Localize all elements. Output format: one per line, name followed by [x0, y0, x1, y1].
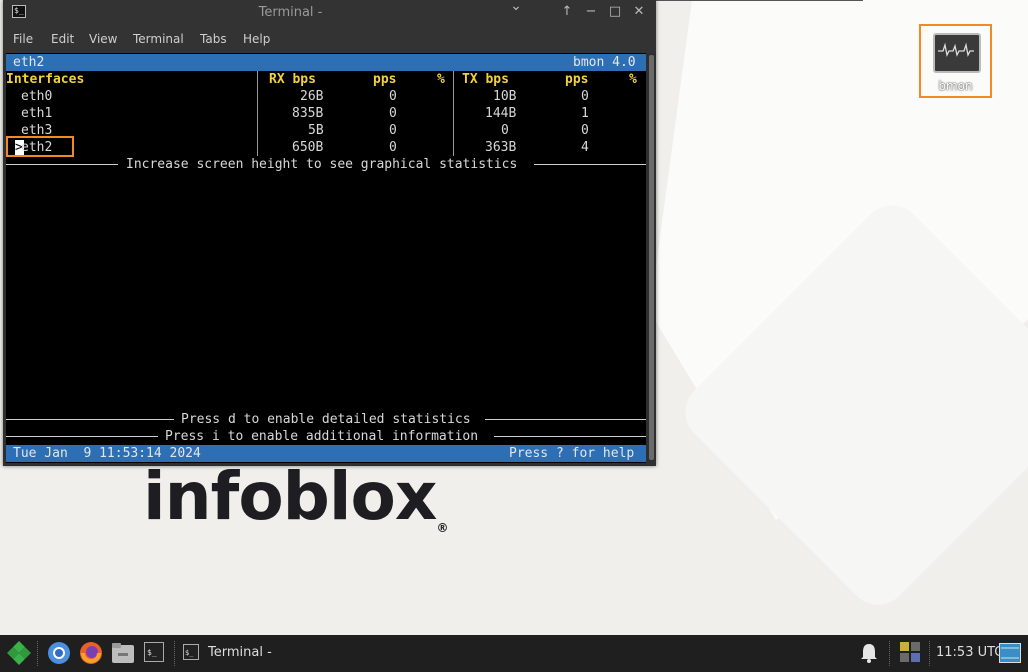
- maximize-icon[interactable]: □: [607, 4, 623, 19]
- rx-bps-value: 650B: [292, 140, 324, 155]
- tx-bps-value: 363B: [485, 140, 517, 155]
- task-label: Terminal -: [208, 645, 272, 660]
- header-rx-pps: pps: [373, 72, 397, 87]
- tx-pps-value: 4: [581, 140, 589, 155]
- terminal-window[interactable]: $_ Terminal - ⌄ ↑ − □ ✕ File Edit View T…: [3, 0, 656, 466]
- menu-view[interactable]: View: [89, 32, 117, 46]
- separator: [494, 436, 646, 437]
- menu-tabs[interactable]: Tabs: [200, 32, 227, 46]
- clock[interactable]: 11:53 UTC: [936, 645, 1003, 660]
- rx-bps-value: 26B: [300, 89, 324, 104]
- start-menu-icon[interactable]: [6, 640, 32, 670]
- close-icon[interactable]: ✕: [631, 4, 647, 19]
- scrollbar[interactable]: [647, 53, 656, 463]
- header-tx-bps: TX bps: [462, 72, 509, 87]
- rx-pps-value: 0: [389, 89, 397, 104]
- workspace-switcher-icon[interactable]: [899, 641, 921, 667]
- window-title: Terminal -: [258, 5, 323, 20]
- terminal-launcher-icon[interactable]: $_: [144, 642, 164, 666]
- help-hint: Press ? for help: [509, 446, 635, 461]
- chevron-down-icon[interactable]: ⌄: [508, 0, 524, 14]
- notification-bell-icon[interactable]: [859, 642, 879, 668]
- minimize-icon[interactable]: −: [583, 4, 599, 19]
- tx-pps-value: 1: [581, 106, 589, 121]
- bmon-app-icon: [933, 33, 981, 73]
- chromium-icon[interactable]: [47, 641, 71, 669]
- taskbar-separator: [37, 641, 39, 666]
- tx-pps-value: 0: [581, 123, 589, 138]
- menu-help[interactable]: Help: [243, 32, 270, 46]
- datetime: Tue Jan 9 11:53:14 2024: [13, 446, 201, 461]
- rx-bps-value: 835B: [292, 106, 324, 121]
- header-rx-percent: %: [437, 72, 445, 87]
- rx-pps-value: 0: [389, 123, 397, 138]
- separator: [6, 419, 174, 420]
- info-hint: Press i to enable additional information: [165, 429, 479, 444]
- firefox-icon[interactable]: [79, 641, 103, 669]
- detail-hint: Press d to enable detailed statistics: [181, 412, 471, 427]
- titlebar[interactable]: $_ Terminal - ⌄ ↑ − □ ✕: [3, 0, 656, 25]
- tx-bps-value: 0: [501, 123, 509, 138]
- bmon-top-bar: eth2 bmon 4.0: [6, 54, 646, 71]
- current-interface: eth2: [13, 55, 45, 70]
- column-divider: [453, 71, 454, 156]
- separator: [485, 419, 646, 420]
- taskbar: $_ $_ Terminal - 11:53 UTC: [0, 635, 1028, 672]
- show-desktop-icon[interactable]: [999, 643, 1021, 667]
- tx-pps-value: 0: [581, 89, 589, 104]
- header-tx-percent: %: [629, 72, 637, 87]
- graph-hint: Increase screen height to see graphical …: [126, 157, 518, 172]
- separator: [534, 164, 646, 165]
- bmon-version: bmon 4.0: [573, 55, 636, 70]
- highlight-box: [6, 136, 74, 157]
- top-edge-line: [655, 0, 863, 1]
- taskbar-separator: [174, 641, 176, 666]
- keep-above-icon[interactable]: ↑: [559, 4, 575, 19]
- desktop-icon-label: bmon: [938, 79, 973, 93]
- separator: [6, 436, 158, 437]
- menu-terminal[interactable]: Terminal: [133, 32, 184, 46]
- rx-bps-value: 5B: [308, 123, 324, 138]
- svg-text:$_: $_: [147, 648, 157, 657]
- interface-name: eth1: [21, 106, 53, 121]
- svg-text:$_: $_: [185, 649, 194, 657]
- tx-bps-value: 10B: [493, 89, 517, 104]
- menu-file[interactable]: File: [13, 32, 33, 46]
- interface-name: eth0: [21, 89, 53, 104]
- desktop-icon-bmon[interactable]: bmon: [919, 24, 992, 98]
- header-rx-bps: RX bps: [269, 72, 316, 87]
- scrollbar-thumb[interactable]: [649, 55, 654, 460]
- infoblox-logo: infoblox®: [143, 458, 448, 535]
- separator: [6, 164, 118, 165]
- header-tx-pps: pps: [565, 72, 589, 87]
- taskbar-separator: [929, 641, 931, 666]
- rx-pps-value: 0: [389, 106, 397, 121]
- tx-bps-value: 144B: [485, 106, 517, 121]
- terminal-task-icon: $_: [183, 644, 199, 664]
- column-divider: [257, 71, 258, 156]
- taskbar-separator: [889, 641, 891, 666]
- menu-edit[interactable]: Edit: [51, 32, 74, 46]
- rx-pps-value: 0: [389, 140, 397, 155]
- menubar: File Edit View Terminal Tabs Help: [3, 25, 656, 53]
- header-interfaces: Interfaces: [6, 72, 85, 87]
- bmon-status-bar: Tue Jan 9 11:53:14 2024 Press ? for help: [6, 445, 646, 462]
- file-manager-icon[interactable]: [111, 642, 135, 668]
- terminal-content[interactable]: eth2 bmon 4.0 Interfaces RX bps pps % TX…: [6, 53, 646, 463]
